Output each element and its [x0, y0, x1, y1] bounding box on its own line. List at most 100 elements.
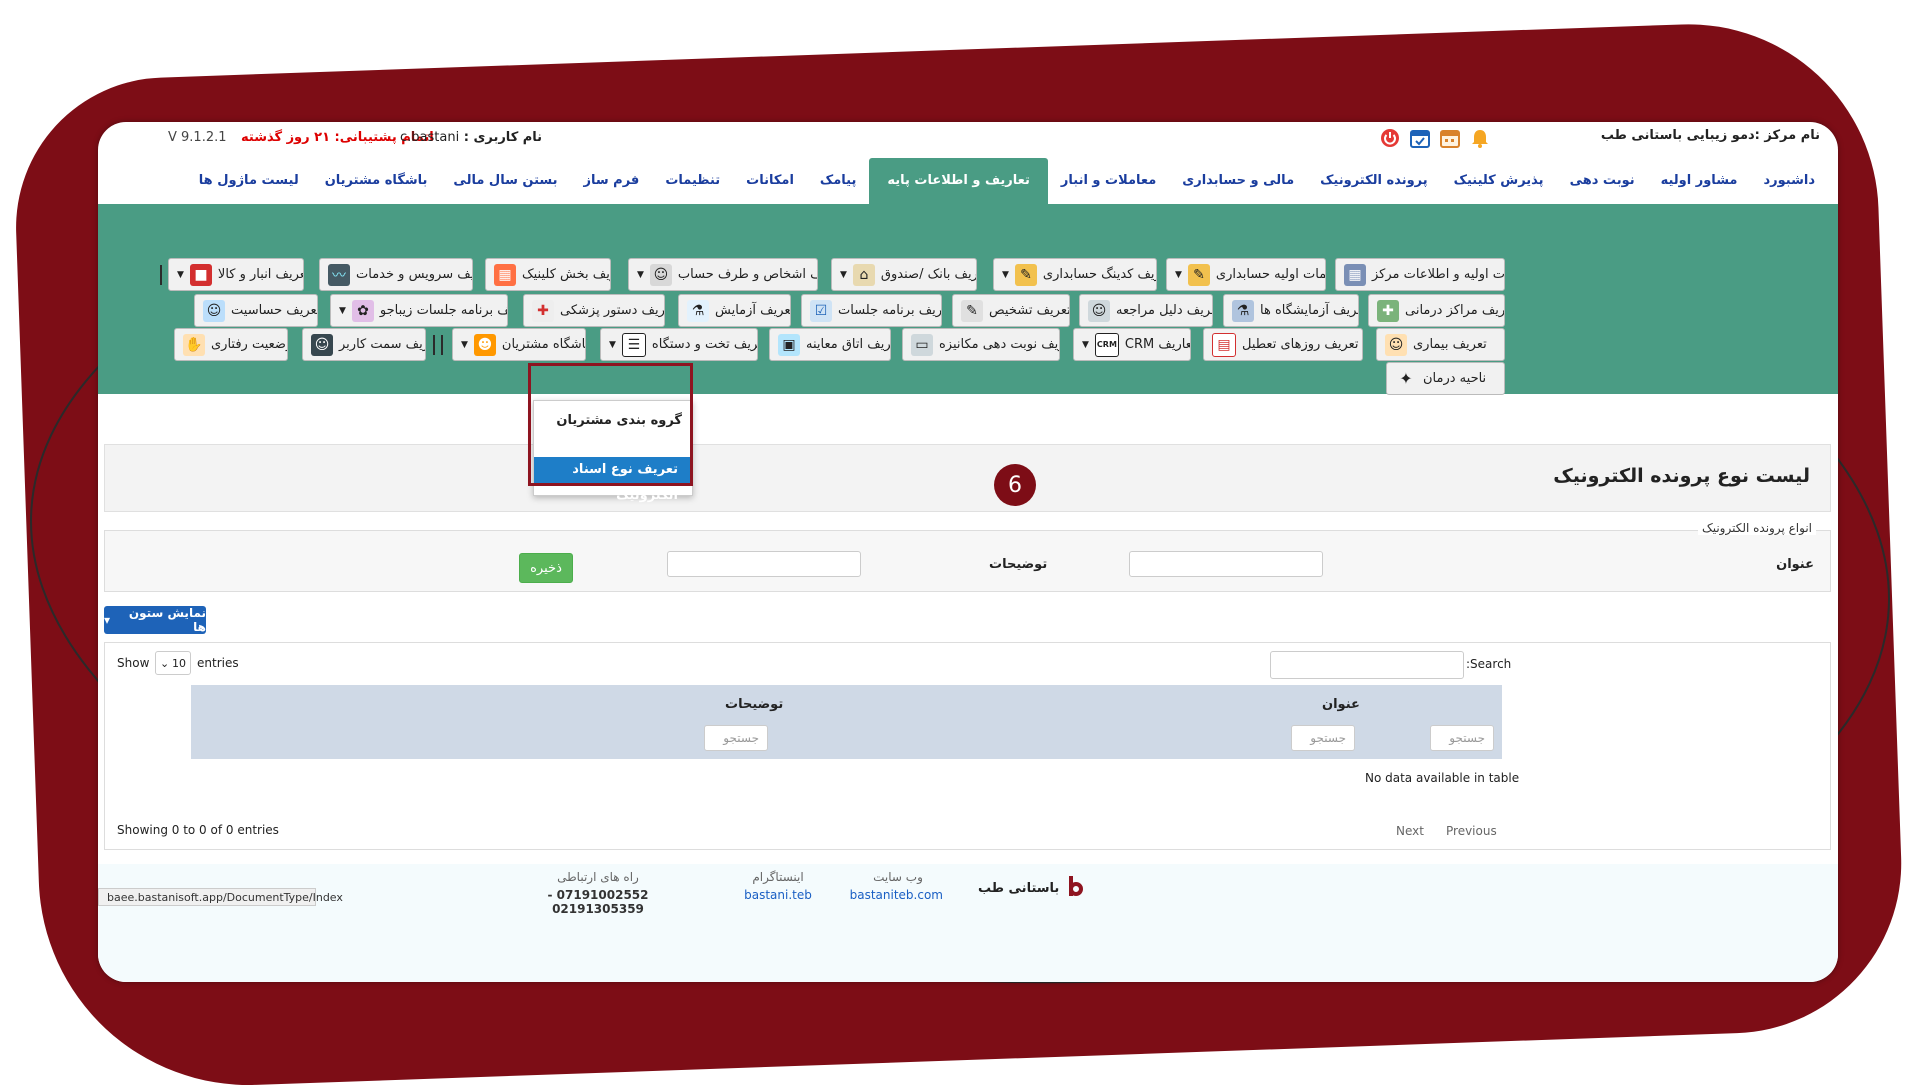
btn-disease[interactable]: ☺ تعریف بیماری: [1376, 328, 1505, 361]
website-label: وب سایت: [873, 870, 923, 884]
btn-behavior-status[interactable]: ✋ وضعیت رفتاری: [174, 328, 288, 361]
calendar-icon[interactable]: [1438, 126, 1462, 150]
footer-website: وب سایت bastaniteb.com: [850, 870, 943, 902]
box-icon: ■: [189, 263, 212, 286]
save-button[interactable]: ذخیره: [519, 553, 573, 583]
step-badge: 6: [994, 464, 1036, 506]
table-search-input[interactable]: [1270, 651, 1464, 679]
building-icon: ▦: [1344, 263, 1366, 286]
btn-allergy[interactable]: ☺ تعریف حساسیت: [194, 294, 318, 327]
nav-inventory[interactable]: معاملات و انبار: [1048, 158, 1169, 204]
page-length-select[interactable]: ⌄ 10: [155, 651, 191, 675]
btn-clinic-section[interactable]: ▦تعریف بخش کلینیک: [485, 258, 611, 291]
nav-form-builder[interactable]: فرم ساز: [571, 158, 653, 204]
chevron-down-icon: ⌄: [160, 656, 170, 670]
hand-icon: ✋: [183, 333, 205, 356]
title-label: عنوان: [1776, 557, 1814, 572]
footer-contact: راه های ارتباطی 07191002552 - 0219130535…: [508, 870, 688, 916]
btn-visit-reason[interactable]: ☺ تعریف دلیل مراجعه: [1079, 294, 1213, 327]
hospital-icon: ✚: [1377, 299, 1399, 322]
bank-icon: ⌂: [852, 263, 875, 286]
nav-features[interactable]: امکانات: [733, 158, 807, 204]
btn-lab-test[interactable]: ⚗ تعریف آزمایش: [678, 294, 791, 327]
next-page-button[interactable]: Next: [1396, 824, 1424, 838]
nav-base-definitions[interactable]: تعاریف و اطلاعات پایه: [869, 158, 1048, 204]
website-link[interactable]: bastaniteb.com: [850, 888, 943, 902]
nav-module-list[interactable]: لیست ماژول ها: [186, 158, 312, 204]
description-label: توضیحات: [989, 557, 1048, 572]
separator: [441, 335, 443, 355]
brand-name: باستانی طب: [978, 880, 1060, 896]
record-type-form: انواع پرونده الکترونیک عنوان توضیحات ذخی…: [104, 521, 1831, 592]
flask-icon: ⚗: [687, 299, 709, 322]
nav-electronic-record[interactable]: پرونده الکترونیک: [1307, 158, 1441, 204]
footer-brand: باستانی طب: [978, 876, 1084, 900]
btn-warehouse-goods[interactable]: ▼ ■ تعریف انبار و کالا: [168, 258, 304, 291]
btn-auto-appointments[interactable]: ▭تعریف نوبت دهی مکانیزه: [902, 328, 1060, 361]
btn-medical-order[interactable]: ✚ تعریف دستور پزشکی: [523, 294, 665, 327]
nav-settings[interactable]: تنظیمات: [652, 158, 733, 204]
center-name: نام مرکز :دمو زیبایی باستانی طب: [1600, 128, 1820, 143]
btn-diagnosis[interactable]: ✎ تعریف تشخیص: [952, 294, 1070, 327]
caret-down-icon: ▼: [840, 269, 847, 280]
header-title[interactable]: عنوان: [1322, 697, 1360, 712]
main-navigation: داشبورد مشاور اولیه نوبت دهی پذیرش کلینی…: [98, 158, 1838, 204]
nav-consultant[interactable]: مشاور اولیه: [1648, 158, 1751, 204]
calendar-check-icon[interactable]: [1408, 126, 1432, 150]
group-icon: ☻: [473, 333, 496, 356]
nav-close-fiscal-year[interactable]: بستن سال مالی: [440, 158, 570, 204]
btn-treatment-area[interactable]: ✦ ناحیه درمان: [1386, 362, 1505, 395]
lab-icon: ⚗: [1232, 299, 1254, 322]
btn-exam-room[interactable]: ▣تعریف اتاق معاینه: [769, 328, 891, 361]
description-input[interactable]: [667, 551, 861, 577]
btn-services[interactable]: 〰تعریف سرویس و خدمات: [319, 258, 473, 291]
title-input[interactable]: [1129, 551, 1323, 577]
btn-accounting-coding[interactable]: ▼✎تعریف کدینگ حسابداری: [993, 258, 1157, 291]
show-columns-button[interactable]: نمایش ستون ها ▾: [104, 606, 206, 634]
filter-input-1[interactable]: جستجو: [1430, 725, 1494, 751]
btn-session-schedule[interactable]: ☑ تعریف برنامه جلسات: [801, 294, 942, 327]
filter-input-2[interactable]: جستجو: [1291, 725, 1355, 751]
btn-bed-device[interactable]: ▼ ☰ تعریف تخت و دستگاه: [600, 328, 758, 361]
footer: باستانی طب وب سایت bastaniteb.com اینستا…: [98, 864, 1838, 982]
nav-customer-club[interactable]: باشگاه مشتریان: [312, 158, 441, 204]
btn-crm[interactable]: ▼CRMتعاریف CRM: [1073, 328, 1191, 361]
nav-reception[interactable]: پذیرش کلینیک: [1441, 158, 1557, 204]
nav-appointments[interactable]: نوبت دهی: [1557, 158, 1648, 204]
nav-accounting[interactable]: مالی و حسابداری: [1169, 158, 1307, 204]
btn-user-role[interactable]: ☺تعریف سمت کاربر: [302, 328, 426, 361]
top-info-bar: V 9.1.2.1 اتمام پشتیبانی: ۲۱ روز گذشته ن…: [98, 122, 1838, 154]
highlight-box: [528, 363, 693, 486]
table-header: عنوان توضیحات جستجو جستجو جستجو: [191, 685, 1502, 759]
btn-accounting-settings[interactable]: ▼✎تنظیمات اولیه حسابداری: [1166, 258, 1326, 291]
btn-beauty-sessions[interactable]: ▼✿تعریف برنامه جلسات زیباجو: [330, 294, 508, 327]
grid-icon: ▦: [494, 263, 516, 286]
footer-instagram: اینستاگرام bastani.teb: [738, 870, 818, 902]
tools-icon: ✎: [1187, 263, 1210, 286]
caret-down-icon: ▼: [1082, 339, 1089, 350]
beauty-icon: ✿: [351, 299, 374, 322]
page-title: لیست نوع پرونده الکترونیک: [1553, 465, 1810, 487]
nav-sms[interactable]: پیامک: [807, 158, 869, 204]
caret-down-icon: ▼: [1002, 269, 1009, 280]
instagram-link[interactable]: bastani.teb: [738, 888, 818, 902]
btn-persons-accounts[interactable]: ▼☺تعریف اشخاص و طرف حساب: [628, 258, 818, 291]
btn-treatment-centers[interactable]: ✚ تعریف مراکز درمانی: [1368, 294, 1505, 327]
header-description[interactable]: توضیحات: [725, 697, 783, 712]
filter-input-3[interactable]: جستجو: [704, 725, 768, 751]
clipboard-icon: ✎: [961, 299, 983, 322]
btn-bank-cashbox[interactable]: ▼⌂تعریف بانک /صندوق: [831, 258, 977, 291]
btn-holidays[interactable]: ▤ تعریف روزهای تعطیل: [1203, 328, 1363, 361]
app-screen: V 9.1.2.1 اتمام پشتیبانی: ۲۱ روز گذشته ن…: [98, 122, 1838, 982]
data-table: Show ⌄ 10 entries Search: عنوان توضیحات ج…: [104, 642, 1831, 850]
user-value: c.bastani: [400, 130, 460, 145]
btn-laboratories[interactable]: ⚗ تعریف آزمایشگاه ها: [1223, 294, 1359, 327]
nav-dashboard[interactable]: داشبورد: [1750, 158, 1828, 204]
power-icon[interactable]: [1378, 126, 1402, 150]
form-legend: انواع پرونده الکترونیک: [1697, 521, 1816, 535]
btn-center-settings[interactable]: ▦تنظیمات اولیه و اطلاعات مرکز: [1335, 258, 1505, 291]
btn-customer-club[interactable]: ▼ ☻ باشگاه مشتریان: [452, 328, 586, 361]
caret-down-icon: ▼: [339, 305, 346, 316]
previous-page-button[interactable]: Previous: [1446, 824, 1497, 838]
bell-icon[interactable]: [1468, 126, 1492, 150]
